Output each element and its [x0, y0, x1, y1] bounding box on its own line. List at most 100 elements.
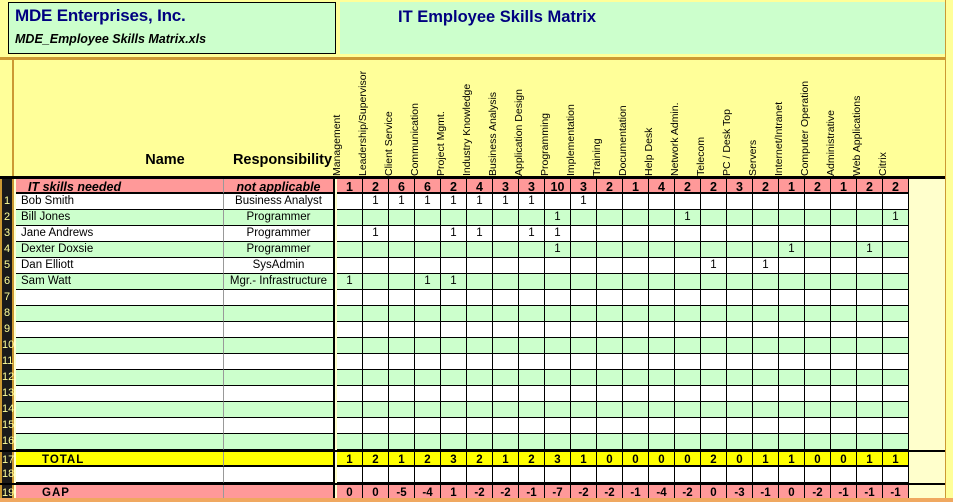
cell-skill-value[interactable] [805, 290, 831, 306]
cell-skill-value[interactable] [831, 434, 857, 450]
cell-skill-value[interactable] [519, 290, 545, 306]
cell-skill-value[interactable] [467, 258, 493, 274]
cell-skill-value[interactable]: 2 [883, 179, 909, 194]
cell-responsibility[interactable] [224, 434, 335, 450]
cell-skill-value[interactable] [623, 434, 649, 450]
cell-skill-value[interactable] [649, 338, 675, 354]
cell-skill-value[interactable]: 1 [857, 452, 883, 467]
cell-skill-value[interactable] [493, 306, 519, 322]
cell-skill-value[interactable] [675, 338, 701, 354]
cell-skill-value[interactable] [519, 402, 545, 418]
cell-skill-value[interactable] [389, 434, 415, 450]
cell-skill-value[interactable] [649, 386, 675, 402]
cell-skill-value[interactable] [493, 210, 519, 226]
cell-skill-value[interactable] [597, 210, 623, 226]
cell-skill-value[interactable] [597, 418, 623, 434]
cell-skill-value[interactable]: 2 [701, 452, 727, 467]
cell-skill-value[interactable] [519, 418, 545, 434]
cell-skill-value[interactable] [441, 370, 467, 386]
cell-skill-value[interactable] [727, 434, 753, 450]
cell-name[interactable]: Dexter Doxsie [16, 242, 224, 258]
cell-skill-value[interactable] [415, 370, 441, 386]
cell-responsibility[interactable] [224, 354, 335, 370]
cell-skill-value[interactable] [337, 434, 363, 450]
cell-skill-value[interactable] [623, 242, 649, 258]
row-employee[interactable]: 4 Dexter Doxsie Programmer 1 1 1 [0, 242, 953, 258]
cell-skill-value[interactable]: 1 [519, 226, 545, 242]
cell-skill-value[interactable] [519, 467, 545, 483]
cell-skill-value[interactable] [571, 258, 597, 274]
cell-skill-value[interactable] [857, 418, 883, 434]
cell-skill-value[interactable] [493, 226, 519, 242]
cell-skill-value[interactable] [389, 418, 415, 434]
row-employee[interactable]: 2 Bill Jones Programmer 1 1 1 [0, 210, 953, 226]
cell-skill-value[interactable] [337, 306, 363, 322]
row-empty[interactable]: 7 [0, 290, 953, 306]
cell-skill-value[interactable] [831, 402, 857, 418]
cell-responsibility[interactable]: Programmer [224, 226, 335, 242]
cell-skill-value[interactable] [389, 306, 415, 322]
cell-skill-value[interactable] [545, 322, 571, 338]
cell-skill-value[interactable]: 1 [415, 274, 441, 290]
cell-skill-value[interactable] [415, 306, 441, 322]
cell-skill-value[interactable] [753, 418, 779, 434]
cell-skill-value[interactable] [831, 274, 857, 290]
cell-skill-value[interactable] [519, 338, 545, 354]
cell-skill-value[interactable] [675, 258, 701, 274]
cell-skill-value[interactable] [779, 434, 805, 450]
cell-skill-value[interactable] [363, 210, 389, 226]
cell-skill-value[interactable] [753, 370, 779, 386]
cell-skill-value[interactable] [623, 210, 649, 226]
cell-skill-value[interactable] [649, 402, 675, 418]
cell-responsibility[interactable] [224, 306, 335, 322]
cell-responsibility[interactable]: not applicable [224, 179, 335, 194]
cell-skill-value[interactable]: 1 [363, 226, 389, 242]
row-empty[interactable]: 11 [0, 354, 953, 370]
cell-skill-value[interactable] [753, 386, 779, 402]
cell-skill-value[interactable] [753, 226, 779, 242]
cell-responsibility[interactable]: Programmer [224, 242, 335, 258]
cell-skill-value[interactable] [493, 434, 519, 450]
cell-skill-value[interactable]: 2 [701, 179, 727, 194]
cell-skill-value[interactable]: 2 [857, 179, 883, 194]
cell-skill-value[interactable] [883, 258, 909, 274]
cell-skill-value[interactable] [389, 290, 415, 306]
row-number-gutter[interactable]: 4 [0, 242, 14, 258]
cell-skill-value[interactable] [493, 370, 519, 386]
cell-skill-value[interactable] [727, 258, 753, 274]
cell-skill-value[interactable] [805, 467, 831, 483]
cell-skill-value[interactable] [363, 402, 389, 418]
cell-skill-value[interactable] [727, 274, 753, 290]
cell-skill-value[interactable] [623, 338, 649, 354]
row-number-gutter[interactable]: 8 [0, 306, 14, 322]
cell-skill-value[interactable] [727, 290, 753, 306]
cell-name[interactable] [16, 306, 224, 322]
cell-skill-value[interactable] [467, 370, 493, 386]
cell-skill-value[interactable] [753, 338, 779, 354]
cell-skill-value[interactable] [571, 210, 597, 226]
cell-skill-value[interactable] [571, 354, 597, 370]
row-empty[interactable]: 12 [0, 370, 953, 386]
row-skills-needed[interactable]: IT skills needed not applicable 1 2 6 6 2 4 3 3 10… [0, 176, 953, 194]
cell-skill-value[interactable] [675, 242, 701, 258]
cell-skill-value[interactable] [779, 258, 805, 274]
cell-skill-value[interactable] [545, 467, 571, 483]
cell-skill-value[interactable] [363, 386, 389, 402]
row-number-gutter[interactable]: 13 [0, 386, 14, 402]
cell-skill-value[interactable] [389, 354, 415, 370]
cell-skill-value[interactable] [545, 306, 571, 322]
row-empty[interactable]: 13 [0, 386, 953, 402]
cell-responsibility[interactable]: Business Analyst [224, 194, 335, 210]
cell-skill-value[interactable] [493, 402, 519, 418]
cell-skill-value[interactable] [467, 386, 493, 402]
cell-name[interactable] [16, 434, 224, 450]
cell-skill-value[interactable] [649, 274, 675, 290]
cell-name[interactable] [16, 322, 224, 338]
cell-skill-value[interactable] [883, 467, 909, 483]
cell-skill-value[interactable] [493, 418, 519, 434]
cell-skill-value[interactable] [545, 418, 571, 434]
cell-skill-value[interactable] [831, 467, 857, 483]
cell-skill-value[interactable] [805, 194, 831, 210]
cell-skill-value[interactable] [649, 242, 675, 258]
cell-skill-value[interactable] [467, 242, 493, 258]
